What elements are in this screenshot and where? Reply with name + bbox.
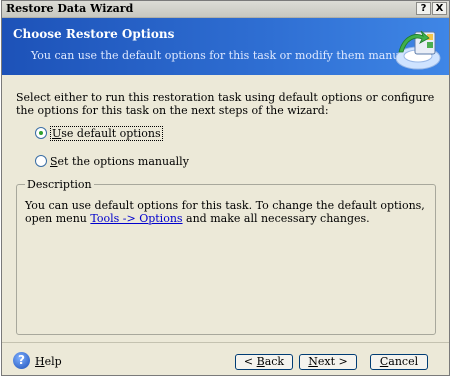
cancel-button[interactable]: Cancel: [370, 354, 428, 370]
tools-options-link[interactable]: Tools -> Options: [90, 212, 182, 225]
use-default-options-radio[interactable]: Use default options: [35, 125, 163, 141]
instructions-text: Select either to run this restoration ta…: [16, 91, 435, 117]
next-button[interactable]: Next >: [299, 354, 357, 370]
close-button[interactable]: X: [432, 2, 447, 15]
radio-unselected-icon[interactable]: [35, 155, 47, 167]
description-group: Description You can use default options …: [16, 178, 436, 335]
description-legend: Description: [25, 178, 94, 191]
description-text: You can use default options for this tas…: [25, 199, 425, 225]
help-icon[interactable]: ?: [13, 352, 30, 369]
window-title: Restore Data Wizard: [6, 2, 134, 15]
set-options-manually-radio[interactable]: Set the options manually: [35, 154, 189, 168]
restore-data-wizard-window: Restore Data Wizard ? X Choose Restore O…: [1, 0, 450, 376]
use-default-options-label[interactable]: Use default options: [50, 125, 163, 141]
set-options-manually-label[interactable]: Set the options manually: [50, 155, 189, 168]
title-bar[interactable]: Restore Data Wizard ? X: [2, 1, 449, 18]
radio-selected-icon[interactable]: [35, 127, 47, 139]
help-link[interactable]: Help: [35, 355, 62, 368]
footer-divider: [2, 342, 449, 343]
help-title-button[interactable]: ?: [416, 2, 431, 15]
restore-wizard-icon: [395, 30, 441, 70]
page-title: Choose Restore Options: [13, 27, 175, 41]
back-button[interactable]: < Back: [235, 354, 293, 370]
wizard-header-banner: Choose Restore Options You can use the d…: [2, 18, 449, 75]
page-subtitle: You can use the default options for this…: [31, 49, 422, 62]
